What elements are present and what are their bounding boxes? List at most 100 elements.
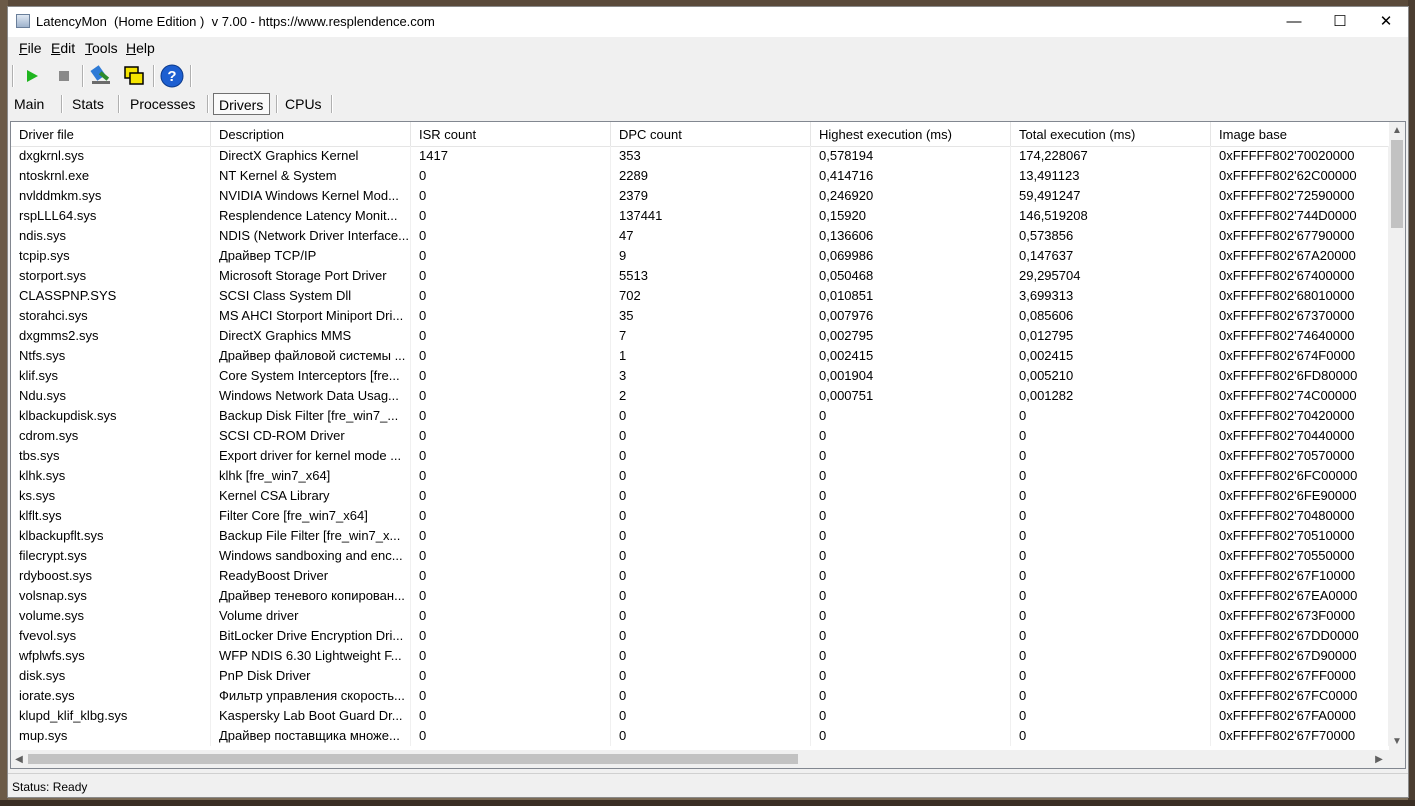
- menu-tools-accel: T: [85, 40, 92, 56]
- table-row[interactable]: klhk.sys klhk [fre_win7_x64] 0 0 0 0 0xFFFFF80…: [11, 466, 1389, 486]
- cell-total-execution: 0: [1011, 546, 1211, 566]
- tab-stats[interactable]: Stats: [67, 93, 109, 115]
- table-row[interactable]: klbackupdisk.sys Backup Disk Filter [fre_…: [11, 406, 1389, 426]
- table-row[interactable]: dxgmms2.sys DirectX Graphics MMS 0 7 0,00279…: [11, 326, 1389, 346]
- menu-file[interactable]: File: [19, 40, 42, 56]
- tab-cpus[interactable]: CPUs: [280, 93, 327, 115]
- horizontal-scrollbar[interactable]: ◀ ▶: [11, 750, 1389, 768]
- table-row[interactable]: storport.sys Microsoft Storage Port Drive…: [11, 266, 1389, 286]
- tab-processes[interactable]: Processes: [125, 93, 200, 115]
- table-row[interactable]: iorate.sys Фильтр управления скорость... 0…: [11, 686, 1389, 706]
- column-header-description[interactable]: Description: [211, 122, 411, 146]
- cell-highest-execution: 0,002415: [811, 346, 1011, 366]
- table-row[interactable]: nvlddmkm.sys NVIDIA Windows Kernel Mod...…: [11, 186, 1389, 206]
- table-row[interactable]: disk.sys PnP Disk Driver 0 0 0 0 0xFFFFF802'67…: [11, 666, 1389, 686]
- cell-image-base: 0xFFFFF802'74640000: [1211, 326, 1389, 346]
- cell-dpc-count: 3: [611, 366, 811, 386]
- menu-help[interactable]: Help: [126, 40, 155, 56]
- scroll-left-icon[interactable]: ◀: [11, 751, 27, 768]
- table-row[interactable]: cdrom.sys SCSI CD-ROM Driver 0 0 0 0 0xFFFFF80…: [11, 426, 1389, 446]
- table-row[interactable]: volsnap.sys Драйвер теневого копирован...…: [11, 586, 1389, 606]
- cell-image-base: 0xFFFFF802'67FC0000: [1211, 686, 1389, 706]
- drivers-list[interactable]: Driver file Description ISR count DPC co…: [10, 121, 1406, 769]
- cell-description: Драйвер файловой системы ...: [211, 346, 411, 366]
- table-row[interactable]: tbs.sys Export driver for kernel mode ...…: [11, 446, 1389, 466]
- maximize-button[interactable]: ☐: [1317, 7, 1363, 37]
- table-row[interactable]: filecrypt.sys Windows sandboxing and enc.…: [11, 546, 1389, 566]
- table-row[interactable]: wfplwfs.sys WFP NDIS 6.30 Lightweight F..…: [11, 646, 1389, 666]
- table-row[interactable]: fvevol.sys BitLocker Drive Encryption Dri…: [11, 626, 1389, 646]
- horizontal-scroll-thumb[interactable]: [28, 754, 798, 764]
- table-row[interactable]: ks.sys Kernel CSA Library 0 0 0 0 0xFFFFF802'6…: [11, 486, 1389, 506]
- table-row[interactable]: Ntfs.sys Драйвер файловой системы ... 0 1 0,…: [11, 346, 1389, 366]
- cell-highest-execution: 0: [811, 406, 1011, 426]
- cell-description: NDIS (Network Driver Interface...: [211, 226, 411, 246]
- cell-isr-count: 0: [411, 466, 611, 486]
- cell-isr-count: 0: [411, 486, 611, 506]
- cell-isr-count: 0: [411, 606, 611, 626]
- windows-button[interactable]: [122, 64, 146, 88]
- minimize-button[interactable]: —: [1271, 7, 1317, 37]
- table-row[interactable]: CLASSPNP.SYS SCSI Class System Dll 0 702 0,0…: [11, 286, 1389, 306]
- column-header-highest-execution[interactable]: Highest execution (ms): [811, 122, 1011, 146]
- cell-dpc-count: 0: [611, 626, 811, 646]
- tab-main[interactable]: Main: [9, 93, 49, 115]
- tab-drivers[interactable]: Drivers: [213, 93, 270, 115]
- title-bar[interactable]: LatencyMon (Home Edition ) v 7.00 - http…: [8, 7, 1408, 37]
- menu-tools-label: ools: [92, 40, 118, 56]
- close-button[interactable]: ✕: [1363, 7, 1409, 37]
- stop-button[interactable]: [52, 64, 76, 88]
- scroll-right-icon[interactable]: ▶: [1371, 751, 1387, 768]
- table-row[interactable]: klif.sys Core System Interceptors [fre...…: [11, 366, 1389, 386]
- table-row[interactable]: storahci.sys MS AHCI Storport Miniport Dr…: [11, 306, 1389, 326]
- table-row[interactable]: klflt.sys Filter Core [fre_win7_x64] 0 0 0 0 0…: [11, 506, 1389, 526]
- cell-driver-file: klif.sys: [11, 366, 211, 386]
- table-row[interactable]: klupd_klif_klbg.sys Kaspersky Lab Boot Gu…: [11, 706, 1389, 726]
- menu-bar: File Edit Tools Help: [8, 37, 1408, 58]
- cell-description: Windows sandboxing and enc...: [211, 546, 411, 566]
- cell-highest-execution: 0: [811, 486, 1011, 506]
- column-header-isr-count[interactable]: ISR count: [411, 122, 611, 146]
- cell-isr-count: 0: [411, 226, 611, 246]
- help-button[interactable]: ?: [160, 64, 184, 88]
- cell-image-base: 0xFFFFF802'673F0000: [1211, 606, 1389, 626]
- column-header-dpc-count[interactable]: DPC count: [611, 122, 811, 146]
- table-row[interactable]: tcpip.sys Драйвер TCP/IP 0 9 0,069986 0,14763…: [11, 246, 1389, 266]
- cell-driver-file: volume.sys: [11, 606, 211, 626]
- cell-dpc-count: 7: [611, 326, 811, 346]
- tools-button[interactable]: [89, 64, 113, 88]
- column-header-driver-file[interactable]: Driver file: [11, 122, 211, 146]
- table-row[interactable]: volume.sys Volume driver 0 0 0 0 0xFFFFF802'67…: [11, 606, 1389, 626]
- start-button[interactable]: [20, 64, 44, 88]
- table-row[interactable]: mup.sys Драйвер поставщика множе... 0 0 0 0 0x…: [11, 726, 1389, 746]
- cell-image-base: 0xFFFFF802'70510000: [1211, 526, 1389, 546]
- cell-isr-count: 0: [411, 546, 611, 566]
- column-header-total-execution[interactable]: Total execution (ms): [1011, 122, 1211, 146]
- table-row[interactable]: rspLLL64.sys Resplendence Latency Monit..…: [11, 206, 1389, 226]
- toolbar-grip: [12, 65, 14, 87]
- latencymon-window: LatencyMon (Home Edition ) v 7.00 - http…: [7, 6, 1409, 798]
- table-row[interactable]: ntoskrnl.exe NT Kernel & System 0 2289 0,414…: [11, 166, 1389, 186]
- cell-isr-count: 0: [411, 286, 611, 306]
- menu-edit[interactable]: Edit: [51, 40, 75, 56]
- cell-isr-count: 0: [411, 666, 611, 686]
- table-row[interactable]: Ndu.sys Windows Network Data Usag... 0 2 0,0…: [11, 386, 1389, 406]
- cell-isr-count: 0: [411, 246, 611, 266]
- table-row[interactable]: ndis.sys NDIS (Network Driver Interface..…: [11, 226, 1389, 246]
- cell-dpc-count: 35: [611, 306, 811, 326]
- cell-description: WFP NDIS 6.30 Lightweight F...: [211, 646, 411, 666]
- scroll-up-icon[interactable]: ▲: [1389, 122, 1405, 139]
- cell-description: Backup Disk Filter [fre_win7_...: [211, 406, 411, 426]
- cell-driver-file: volsnap.sys: [11, 586, 211, 606]
- column-header-image-base[interactable]: Image base: [1211, 122, 1389, 146]
- scroll-down-icon[interactable]: ▼: [1389, 733, 1405, 750]
- cell-isr-count: 0: [411, 646, 611, 666]
- table-row[interactable]: dxgkrnl.sys DirectX Graphics Kernel 1417 35…: [11, 146, 1389, 166]
- table-row[interactable]: rdyboost.sys ReadyBoost Driver 0 0 0 0 0xFFFFF…: [11, 566, 1389, 586]
- menu-tools[interactable]: Tools: [85, 40, 118, 56]
- cell-highest-execution: 0: [811, 566, 1011, 586]
- cell-total-execution: 0,147637: [1011, 246, 1211, 266]
- vertical-scroll-thumb[interactable]: [1391, 140, 1403, 228]
- table-row[interactable]: klbackupflt.sys Backup File Filter [fre_w…: [11, 526, 1389, 546]
- vertical-scrollbar[interactable]: ▲ ▼: [1389, 122, 1405, 750]
